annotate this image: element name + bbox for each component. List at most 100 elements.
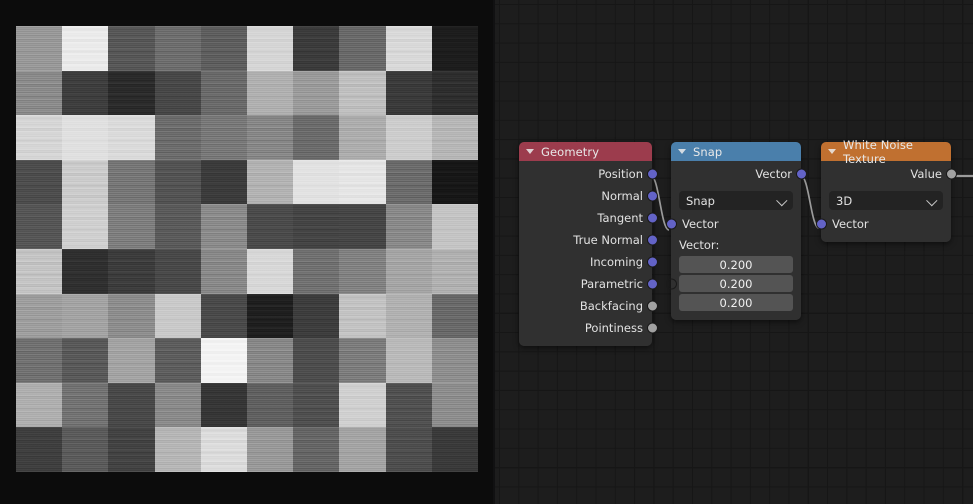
socket-true-normal[interactable] xyxy=(646,234,658,246)
output-socket-row-position[interactable]: Position xyxy=(519,163,658,185)
texture-noise-stripes-secondary xyxy=(339,70,386,116)
node-snap-header[interactable]: Snap xyxy=(671,142,801,161)
texture-noise-stripes-secondary xyxy=(339,427,386,472)
output-socket-row-backfacing[interactable]: Backfacing xyxy=(519,295,658,317)
socket-snap-vector-in-extra[interactable] xyxy=(665,278,677,290)
texture-noise-stripes-secondary xyxy=(293,115,340,160)
texture-cell xyxy=(293,70,340,116)
operation-dropdown[interactable]: Snap xyxy=(679,191,793,210)
texture-noise-stripes-secondary xyxy=(154,115,201,160)
texture-cell xyxy=(154,204,201,249)
node-snap-title: Snap xyxy=(693,144,723,159)
texture-cell xyxy=(154,159,201,205)
texture-noise-stripes-secondary xyxy=(108,70,155,116)
texture-noise-stripes-secondary xyxy=(200,248,247,294)
output-socket-row-tangent[interactable]: Tangent xyxy=(519,207,658,229)
texture-cell xyxy=(200,338,247,383)
triangle-down-icon[interactable] xyxy=(526,149,534,154)
texture-cell xyxy=(62,248,109,294)
input-socket-row-snap-vector[interactable]: Vector xyxy=(665,213,801,235)
node-editor-canvas[interactable]: Geometry Position Normal Tangent True No… xyxy=(495,0,973,504)
texture-cell xyxy=(385,248,432,294)
texture-cell xyxy=(247,26,294,71)
socket-snap-vector-in[interactable] xyxy=(665,218,677,230)
texture-noise-stripes-secondary xyxy=(431,70,478,116)
texture-cell xyxy=(293,382,340,428)
texture-cell xyxy=(293,338,340,383)
socket-value-out[interactable] xyxy=(945,168,957,180)
texture-noise-stripes-secondary xyxy=(247,382,294,428)
output-socket-row-normal[interactable]: Normal xyxy=(519,185,658,207)
texture-noise-stripes-secondary xyxy=(385,204,432,249)
output-socket-row-pointiness[interactable]: Pointiness xyxy=(519,317,658,339)
texture-noise-stripes-secondary xyxy=(431,248,478,294)
texture-noise-stripes-secondary xyxy=(154,159,201,205)
texture-noise-stripes-secondary xyxy=(62,293,109,339)
chevron-down-icon[interactable] xyxy=(926,194,938,206)
texture-cell xyxy=(200,204,247,249)
texture-noise-stripes-secondary xyxy=(247,159,294,205)
texture-noise-stripes-secondary xyxy=(385,70,432,116)
texture-cell xyxy=(339,26,386,71)
texture-cell xyxy=(385,293,432,339)
texture-noise-stripes-secondary xyxy=(154,26,201,71)
texture-noise-stripes-secondary xyxy=(62,204,109,249)
texture-cell xyxy=(108,427,155,472)
texture-cell xyxy=(431,293,478,339)
triangle-down-icon[interactable] xyxy=(828,149,836,154)
socket-backfacing[interactable] xyxy=(646,300,658,312)
texture-cell xyxy=(247,159,294,205)
texture-cell xyxy=(16,115,63,160)
node-snap[interactable]: Snap Vector Snap Vector Vector: 0.200 0.… xyxy=(665,142,807,320)
texture-noise-stripes-secondary xyxy=(16,159,63,205)
texture-noise-stripes-secondary xyxy=(108,115,155,160)
texture-noise-stripes-secondary xyxy=(16,115,63,160)
texture-noise-stripes-secondary xyxy=(385,382,432,428)
texture-noise-stripes-secondary xyxy=(339,26,386,71)
output-socket-row-parametric[interactable]: Parametric xyxy=(519,273,658,295)
socket-snap-vector-out[interactable] xyxy=(795,168,807,180)
texture-noise-stripes-secondary xyxy=(247,115,294,160)
texture-cell xyxy=(62,382,109,428)
texture-cell xyxy=(200,70,247,116)
dimension-dropdown[interactable]: 3D xyxy=(829,191,943,210)
socket-normal[interactable] xyxy=(646,190,658,202)
texture-cell xyxy=(108,70,155,116)
node-white-noise-texture[interactable]: White Noise Texture Value 3D Vector xyxy=(815,138,957,242)
socket-position[interactable] xyxy=(646,168,658,180)
texture-noise-stripes-secondary xyxy=(293,204,340,249)
output-socket-row-snap-vector[interactable]: Vector xyxy=(671,163,807,185)
texture-noise-stripes-secondary xyxy=(154,382,201,428)
texture-noise-stripes-secondary xyxy=(431,204,478,249)
vector-z-field[interactable]: 0.200 xyxy=(679,294,793,311)
input-socket-row-noise-vector[interactable]: Vector xyxy=(815,213,951,235)
node-snap-body: Vector Snap Vector Vector: 0.200 0.200 0… xyxy=(665,161,807,320)
texture-noise-stripes-secondary xyxy=(154,293,201,339)
texture-noise-stripes-secondary xyxy=(247,204,294,249)
output-socket-row-true-normal[interactable]: True Normal xyxy=(519,229,658,251)
texture-noise-stripes-secondary xyxy=(16,293,63,339)
socket-noise-vector-in[interactable] xyxy=(815,218,827,230)
texture-cell xyxy=(431,26,478,71)
socket-parametric[interactable] xyxy=(646,278,658,290)
texture-noise-stripes-secondary xyxy=(431,382,478,428)
socket-incoming[interactable] xyxy=(646,256,658,268)
output-socket-row-value[interactable]: Value xyxy=(821,163,957,185)
triangle-down-icon[interactable] xyxy=(678,149,686,154)
node-white-noise-texture-header[interactable]: White Noise Texture xyxy=(821,138,951,166)
node-geometry-header[interactable]: Geometry xyxy=(519,142,652,161)
texture-noise-stripes-secondary xyxy=(293,26,340,71)
texture-noise-stripes-secondary xyxy=(154,70,201,116)
texture-noise-stripes-secondary xyxy=(200,115,247,160)
texture-cell xyxy=(108,26,155,71)
texture-noise-stripes-secondary xyxy=(62,382,109,428)
texture-cell xyxy=(293,248,340,294)
chevron-down-icon[interactable] xyxy=(776,194,788,206)
vector-y-field[interactable]: 0.200 xyxy=(679,275,793,292)
socket-pointiness[interactable] xyxy=(646,322,658,334)
vector-x-field[interactable]: 0.200 xyxy=(679,256,793,273)
node-geometry[interactable]: Geometry Position Normal Tangent True No… xyxy=(519,142,658,346)
socket-tangent[interactable] xyxy=(646,212,658,224)
texture-noise-stripes-secondary xyxy=(108,204,155,249)
output-socket-row-incoming[interactable]: Incoming xyxy=(519,251,658,273)
